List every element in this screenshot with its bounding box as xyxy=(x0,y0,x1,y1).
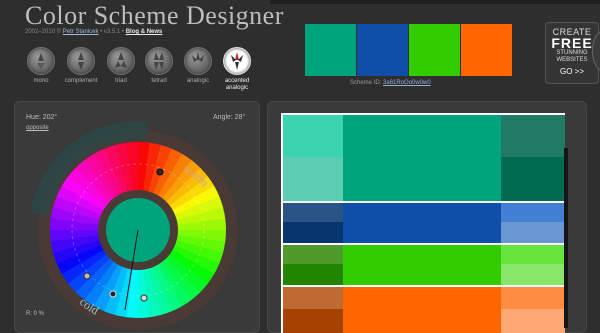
blog-link[interactable]: Blog & News xyxy=(126,29,163,35)
triad-icon xyxy=(107,47,135,75)
preview-orange-shade-b[interactable] xyxy=(501,309,565,333)
swatch-secondary-a[interactable] xyxy=(357,24,408,76)
preview-blue-main[interactable] xyxy=(343,203,501,243)
scheme-mode-toolbar: mono complement triad tetrad analogic ac… xyxy=(23,47,263,97)
top-strip xyxy=(270,0,600,4)
ad-create-websites[interactable]: CREATE FREE STUNNING WEBSITES GO >> xyxy=(545,22,599,84)
tetrad-icon xyxy=(145,47,173,75)
mono-icon xyxy=(27,47,55,75)
mode-complement-button[interactable]: complement xyxy=(63,47,99,85)
hue-handle-lime[interactable] xyxy=(140,294,148,302)
swatch-complement[interactable] xyxy=(461,24,512,76)
preview-blue-shade-a[interactable] xyxy=(501,203,565,222)
mode-analogic-button[interactable]: analogic xyxy=(180,47,216,85)
preview-blue-light[interactable] xyxy=(283,203,343,222)
app-title: Color Scheme Designer xyxy=(25,1,284,30)
preview-green-shade-b[interactable] xyxy=(501,157,565,201)
hue-handle-primary[interactable] xyxy=(109,290,117,298)
hue-handle-blue[interactable] xyxy=(83,272,91,280)
mode-triad-button[interactable]: triad xyxy=(103,47,139,85)
preview-lime-main[interactable] xyxy=(343,245,501,285)
preview-green-shade-a[interactable] xyxy=(501,115,565,157)
author-link[interactable]: Petr Stanicek xyxy=(63,29,99,35)
hue-handle-warm[interactable] xyxy=(156,168,164,176)
mode-mono-button[interactable]: mono xyxy=(23,47,59,85)
preview-lime-light[interactable] xyxy=(283,245,343,264)
preview-orange-light[interactable] xyxy=(283,287,343,309)
scheme-id-link[interactable]: 3a61RoOo0w0w0 xyxy=(383,80,431,86)
scheme-swatches xyxy=(305,24,513,76)
preview-orange-shade-a[interactable] xyxy=(501,287,565,309)
color-wheel-panel: Hue: 202° opposite Angle: 28° R: 0 % war… xyxy=(14,101,260,333)
preview-blue-dark[interactable] xyxy=(283,222,343,243)
credits-line: 2002–2010 © Petr Stanicek • v3.5.1 • Blo… xyxy=(25,29,163,35)
preview-orange-dark[interactable] xyxy=(283,309,343,333)
accented-analogic-icon xyxy=(223,47,251,75)
mode-accented-analogic-button[interactable]: accented analogic xyxy=(219,47,255,92)
scheme-id: Scheme ID: 3a61RoOo0w0w0 xyxy=(350,80,431,86)
color-wheel[interactable]: warm cold xyxy=(23,112,253,332)
preview-shadow xyxy=(564,148,568,328)
swatch-primary[interactable] xyxy=(305,24,356,76)
preview-orange-main[interactable] xyxy=(343,287,501,333)
preview-lime-shade-a[interactable] xyxy=(501,245,565,264)
preview-green-main[interactable] xyxy=(343,115,501,201)
ad-go-button[interactable]: GO >> xyxy=(546,67,598,76)
preview-green-dark[interactable] xyxy=(283,157,343,201)
preview-lime-dark[interactable] xyxy=(283,264,343,285)
preview-blue-shade-b[interactable] xyxy=(501,222,565,243)
swatch-secondary-b[interactable] xyxy=(409,24,460,76)
complement-icon xyxy=(67,47,95,75)
preview-green-light[interactable] xyxy=(283,115,343,157)
mode-tetrad-button[interactable]: tetrad xyxy=(141,47,177,85)
preview-lime-shade-b[interactable] xyxy=(501,264,565,285)
palette-preview xyxy=(281,113,565,333)
analogic-icon xyxy=(184,47,212,75)
